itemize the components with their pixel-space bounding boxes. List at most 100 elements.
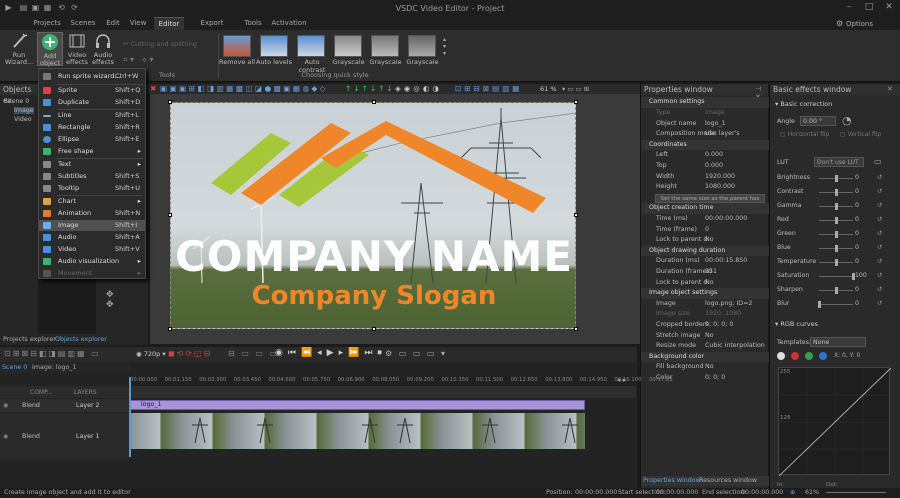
curve-channel-green[interactable] bbox=[805, 352, 813, 360]
audio-effects-button[interactable]: Audio effects bbox=[91, 32, 115, 66]
property-row[interactable]: Stretch image No bbox=[641, 331, 769, 342]
reset-icon[interactable]: ↺ bbox=[877, 172, 882, 184]
reset-icon[interactable]: ↺ bbox=[877, 256, 882, 268]
slider-knob[interactable] bbox=[835, 287, 838, 294]
vertical-flip-checkbox[interactable]: ▢ Vertical flip bbox=[840, 131, 881, 138]
menu-item-audio-visualization[interactable]: Audio visualization ▸ bbox=[39, 256, 145, 267]
property-value[interactable]: No bbox=[705, 278, 714, 289]
slider-knob[interactable] bbox=[835, 245, 838, 252]
menu-item-chart[interactable]: Chart ▸ bbox=[39, 196, 145, 207]
tab-resources-window[interactable]: Resources window bbox=[699, 476, 757, 486]
reset-icon[interactable]: ↺ bbox=[877, 214, 882, 226]
menu-item-video[interactable]: Video Shift+V bbox=[39, 244, 145, 255]
menu-item-free-shape[interactable]: Free shape ▸ bbox=[39, 146, 145, 157]
track-header-layer-1[interactable]: ◉ Blend Layer 1 bbox=[0, 413, 130, 460]
property-value[interactable]: 0.000 bbox=[705, 161, 723, 172]
tab-tools[interactable]: Tools bbox=[240, 17, 266, 30]
style-auto-contrast[interactable] bbox=[297, 35, 325, 57]
slider-knob[interactable] bbox=[835, 175, 838, 182]
property-row[interactable]: Set the same size as the parent has bbox=[641, 193, 769, 204]
lut-select[interactable]: Don't use LUT bbox=[814, 157, 864, 167]
property-value[interactable]: 1080.000 bbox=[705, 182, 735, 193]
timeline-nav-icons[interactable]: ◂ ▸ bbox=[617, 376, 626, 384]
property-value[interactable]: Cubic interpolation bbox=[705, 341, 765, 352]
reset-icon[interactable]: ↺ bbox=[877, 298, 882, 310]
view-icons[interactable]: ⚙ ▭ ▭ ▭ ▾ bbox=[385, 349, 447, 358]
maximize-icon[interactable]: □ bbox=[862, 2, 876, 14]
video-effects-button[interactable]: Video effects bbox=[65, 32, 89, 66]
property-value[interactable]: 1920.000 bbox=[705, 172, 735, 183]
cutting-splitting-button[interactable]: ✂ Cutting and splitting bbox=[123, 40, 197, 48]
menu-item-audio[interactable]: Audio Shift+A bbox=[39, 232, 145, 243]
slider-track[interactable] bbox=[819, 276, 853, 277]
playhead[interactable] bbox=[129, 377, 131, 457]
reset-icon[interactable]: ↺ bbox=[877, 186, 882, 198]
tab-objects-explorer[interactable]: Objects explorer bbox=[55, 336, 107, 343]
property-value[interactable]: logo.png; ID=2 bbox=[705, 299, 752, 310]
property-row[interactable]: Cropped borders 0; 0; 0; 0 bbox=[641, 320, 769, 331]
slider-knob[interactable] bbox=[835, 231, 838, 238]
property-row[interactable]: Object name logo_1 bbox=[641, 119, 769, 130]
menu-item-run-sprite-wizard[interactable]: Run sprite wizard... Ctrl+W bbox=[39, 71, 145, 82]
resolution-select[interactable]: ◉ 720p ▾ bbox=[136, 350, 166, 358]
curve-channel-all[interactable] bbox=[777, 352, 785, 360]
timeline-edit-icons[interactable]: ⊡⊞⊠⊟◧◨▤▥▦ ▭ bbox=[4, 349, 101, 358]
tab-view[interactable]: View bbox=[126, 17, 150, 30]
property-row[interactable]: Type Image bbox=[641, 108, 769, 119]
curve-editor[interactable] bbox=[778, 367, 892, 477]
clip-logo[interactable]: logo_1 bbox=[130, 400, 585, 410]
property-value[interactable]: No bbox=[705, 331, 714, 342]
property-row[interactable]: Image logo.png; ID=2 bbox=[641, 299, 769, 310]
alignment-icons[interactable]: ⊡⊞⊟⊠▤▥▦ bbox=[455, 84, 522, 93]
property-value[interactable]: Image bbox=[705, 108, 725, 119]
crop-tools[interactable]: ⌗ ▾ ⟡ ▾ bbox=[123, 55, 154, 65]
menu-item-line[interactable]: Line Shift+L bbox=[39, 110, 145, 121]
menu-item-image[interactable]: Image Shift+I bbox=[39, 220, 145, 231]
tree-video-item[interactable]: Video bbox=[14, 116, 32, 123]
tab-scene-0[interactable]: Scene 0 bbox=[2, 364, 27, 371]
timeline-ruler[interactable]: 00:00.000 00:01.150 00:02.300 00:03.450 00:0… bbox=[130, 377, 673, 386]
company-name-text[interactable]: COMPANY NAME bbox=[172, 232, 576, 281]
gear-icon[interactable]: ⚙ bbox=[836, 19, 843, 28]
options-button[interactable]: Options bbox=[846, 20, 873, 28]
minimize-icon[interactable]: – bbox=[842, 2, 856, 14]
layer-tools-icons[interactable]: ◈◉◎◐◑ bbox=[395, 84, 442, 93]
slider-knob[interactable] bbox=[818, 301, 821, 308]
tab-scenes[interactable]: Scenes bbox=[66, 17, 100, 30]
tab-export-project[interactable]: Export project bbox=[188, 17, 236, 40]
resize-handle[interactable] bbox=[574, 100, 578, 104]
slider-knob[interactable] bbox=[835, 189, 838, 196]
track-header-layer-2[interactable]: ◉ Blend Layer 2 bbox=[0, 399, 130, 412]
slider-track[interactable] bbox=[819, 304, 853, 305]
style-grayscale-3[interactable] bbox=[408, 35, 436, 57]
slider-knob[interactable] bbox=[835, 259, 838, 266]
property-value[interactable]: 0; 0; 0; 0 bbox=[705, 320, 733, 331]
run-wizard-button[interactable]: Run Wizard... bbox=[4, 32, 34, 66]
reset-icon[interactable]: ↺ bbox=[877, 270, 882, 282]
curve-channel-red[interactable] bbox=[791, 352, 799, 360]
style-grayscale-2[interactable] bbox=[371, 35, 399, 57]
clip-video[interactable] bbox=[130, 413, 585, 449]
reset-icon[interactable]: ↺ bbox=[877, 228, 882, 240]
reset-icon[interactable]: ↺ bbox=[877, 200, 882, 212]
blend-mode[interactable]: Blend bbox=[22, 433, 40, 440]
property-row[interactable]: Top 0.000 bbox=[641, 161, 769, 172]
property-row[interactable]: Resize mode Cubic interpolation bbox=[641, 341, 769, 352]
tab-editor[interactable]: Editor bbox=[154, 17, 184, 30]
property-value[interactable]: 00:00:00.000 bbox=[705, 214, 747, 225]
resize-handle[interactable] bbox=[168, 327, 172, 331]
tab-edit[interactable]: Edit bbox=[102, 17, 124, 30]
tree-scene-item[interactable]: Scene 0 bbox=[4, 98, 29, 105]
resize-handle[interactable] bbox=[574, 213, 578, 217]
slider-knob[interactable] bbox=[835, 203, 838, 210]
property-value[interactable]: 0.000 bbox=[705, 150, 723, 161]
pan-tools-icons[interactable]: ✥ ✥ bbox=[106, 290, 114, 310]
tab-activation[interactable]: Activation bbox=[270, 17, 308, 30]
move-arrows-icons[interactable]: ↑↓↑↓↑↓ bbox=[345, 84, 395, 93]
resize-handle[interactable] bbox=[168, 100, 172, 104]
zoom-value[interactable]: 61 % bbox=[540, 85, 557, 93]
property-row[interactable]: Lock to parent d No bbox=[641, 235, 769, 246]
tree-image-item[interactable]: Image bbox=[14, 107, 34, 114]
marker-icons[interactable]: ⊟ ▭ ▭ ▭ bbox=[228, 349, 279, 358]
zoom-dropdown-icon[interactable]: ▾ ▭ ▭ ⊞ bbox=[562, 85, 589, 93]
